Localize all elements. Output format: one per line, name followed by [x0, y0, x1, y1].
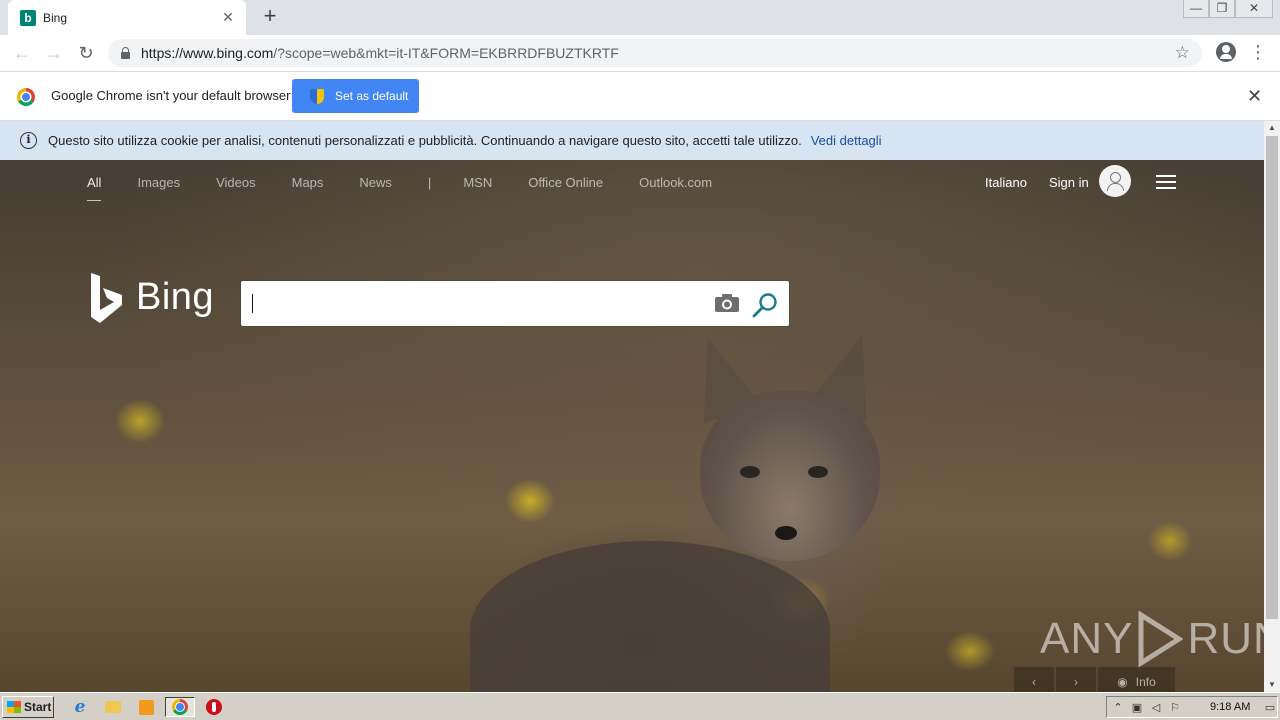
watermark-right: RUN [1187, 614, 1264, 663]
bing-logo-icon[interactable] [89, 273, 123, 323]
chrome-menu-icon[interactable]: ⋮ [1246, 42, 1270, 63]
scope-images[interactable]: Images [137, 175, 180, 201]
bing-wordmark: Bing [136, 276, 215, 318]
bookmark-star-icon[interactable]: ☆ [1175, 43, 1190, 63]
forward-button[interactable]: → [38, 43, 70, 64]
camera-icon[interactable] [715, 294, 739, 312]
volume-icon[interactable]: ◁ [1148, 701, 1164, 714]
nav-separator: | [427, 175, 432, 190]
scope-all[interactable]: All [87, 175, 102, 201]
url-text[interactable]: https://www.bing.com/?scope=web&mkt=it-I… [141, 45, 1175, 61]
new-tab-button[interactable]: + [258, 5, 282, 29]
fox-image-part [808, 466, 828, 478]
scope-news[interactable]: News [359, 175, 392, 201]
network-icon[interactable]: ▣ [1129, 701, 1145, 714]
cookie-message: Questo sito utilizza cookie per analisi,… [48, 133, 802, 148]
lock-icon[interactable] [120, 47, 131, 59]
tab-bing[interactable]: b Bing ✕ [8, 0, 246, 35]
next-image-button[interactable]: › [1056, 667, 1096, 692]
minimize-button[interactable]: — [1183, 0, 1209, 18]
url-path: /?scope=web&mkt=it-IT&FORM=EKBRRDFBUZTKR… [273, 45, 619, 61]
windows-flag-icon [7, 701, 21, 713]
bing-scope-nav: All Images Videos Maps News | MSN Office… [87, 175, 748, 201]
internet-explorer-icon: e [74, 697, 86, 717]
restore-button[interactable]: ❐ [1209, 0, 1235, 18]
taskbar-explorer[interactable] [102, 697, 124, 717]
fox-image-part [740, 466, 760, 478]
taskbar-opera[interactable] [203, 697, 225, 717]
folder-icon [105, 701, 121, 713]
taskbar-chrome[interactable] [165, 697, 195, 717]
start-button[interactable]: Start [2, 696, 54, 718]
scope-maps[interactable]: Maps [292, 175, 324, 201]
action-center-flag-icon[interactable]: ⚐ [1167, 701, 1183, 714]
set-as-default-label: Set as default [335, 89, 409, 103]
opera-icon [206, 699, 222, 715]
taskbar-internet-explorer[interactable]: e [69, 697, 91, 717]
anyrun-watermark: ANY RUN [1040, 611, 1264, 667]
system-tray: ⌃ ▣ ◁ ⚐ 9:18 AM ▭ [1106, 696, 1278, 718]
search-box[interactable] [241, 281, 789, 326]
bing-homepage: i Questo sito utilizza cookie per analis… [0, 121, 1264, 692]
default-browser-infobar: Google Chrome isn't your default browser… [0, 71, 1280, 121]
watermark-play-icon [1138, 611, 1184, 667]
chrome-icon [172, 699, 188, 715]
info-icon: i [20, 132, 37, 149]
url-host: https://www.bing.com [141, 45, 274, 61]
page-scrollbar[interactable]: ▲ ▼ [1264, 121, 1280, 692]
chevron-left-icon: ‹ [1032, 675, 1036, 689]
cookie-details-link[interactable]: Vedi dettagli [811, 133, 882, 148]
text-caret [252, 294, 253, 313]
tab-strip: b Bing ✕ + — ❐ ✕ [0, 0, 1280, 35]
scope-videos[interactable]: Videos [216, 175, 256, 201]
chevron-right-icon: › [1074, 675, 1078, 689]
taskbar-media-player[interactable] [135, 697, 157, 717]
media-player-icon [138, 699, 154, 715]
clock[interactable]: 9:18 AM [1210, 701, 1250, 713]
watermark-left: ANY [1040, 614, 1134, 663]
cookie-notice-bar: i Questo sito utilizza cookie per analis… [0, 121, 1264, 160]
fox-image-part [775, 526, 797, 540]
scroll-up-arrow-icon[interactable]: ▲ [1264, 121, 1280, 135]
link-office-online[interactable]: Office Online [528, 175, 603, 201]
uac-shield-icon [310, 88, 324, 104]
user-avatar-icon[interactable] [1099, 165, 1131, 197]
link-msn[interactable]: MSN [463, 175, 492, 201]
profile-icon[interactable] [1216, 42, 1236, 62]
start-label: Start [24, 700, 52, 714]
infobar-message: Google Chrome isn't your default browser [51, 88, 291, 103]
sign-in-link[interactable]: Sign in [1049, 175, 1089, 190]
windows-taskbar: Start e ⌃ ▣ ◁ ⚐ 9:18 AM ▭ [0, 692, 1280, 720]
bing-favicon-icon: b [20, 9, 36, 26]
language-link[interactable]: Italiano [985, 175, 1027, 190]
browser-toolbar: ← → ↻ https://www.bing.com/?scope=web&mk… [0, 35, 1280, 71]
tray-expand-icon[interactable]: ⌃ [1110, 701, 1126, 714]
search-icon[interactable] [752, 292, 778, 318]
previous-image-button[interactable]: ‹ [1014, 667, 1054, 692]
show-desktop-icon[interactable]: ▭ [1262, 701, 1278, 714]
location-pin-icon: ◉ [1117, 675, 1128, 689]
hamburger-menu-icon[interactable] [1156, 175, 1176, 189]
link-outlook[interactable]: Outlook.com [639, 175, 712, 201]
tab-close-icon[interactable]: ✕ [220, 9, 236, 26]
set-as-default-button[interactable]: Set as default [292, 79, 419, 113]
address-bar[interactable]: https://www.bing.com/?scope=web&mkt=it-I… [108, 39, 1202, 67]
window-close-button[interactable]: ✕ [1235, 0, 1273, 18]
image-info-label: Info [1135, 675, 1156, 689]
scroll-thumb[interactable] [1266, 136, 1278, 619]
infobar-close-icon[interactable]: ✕ [1247, 86, 1262, 107]
reload-button[interactable]: ↻ [70, 43, 102, 64]
back-button[interactable]: ← [6, 43, 38, 64]
scroll-down-arrow-icon[interactable]: ▼ [1264, 678, 1280, 692]
image-info-button[interactable]: ◉ Info [1098, 667, 1175, 692]
tab-title: Bing [43, 10, 68, 25]
chrome-logo-icon [17, 88, 35, 106]
